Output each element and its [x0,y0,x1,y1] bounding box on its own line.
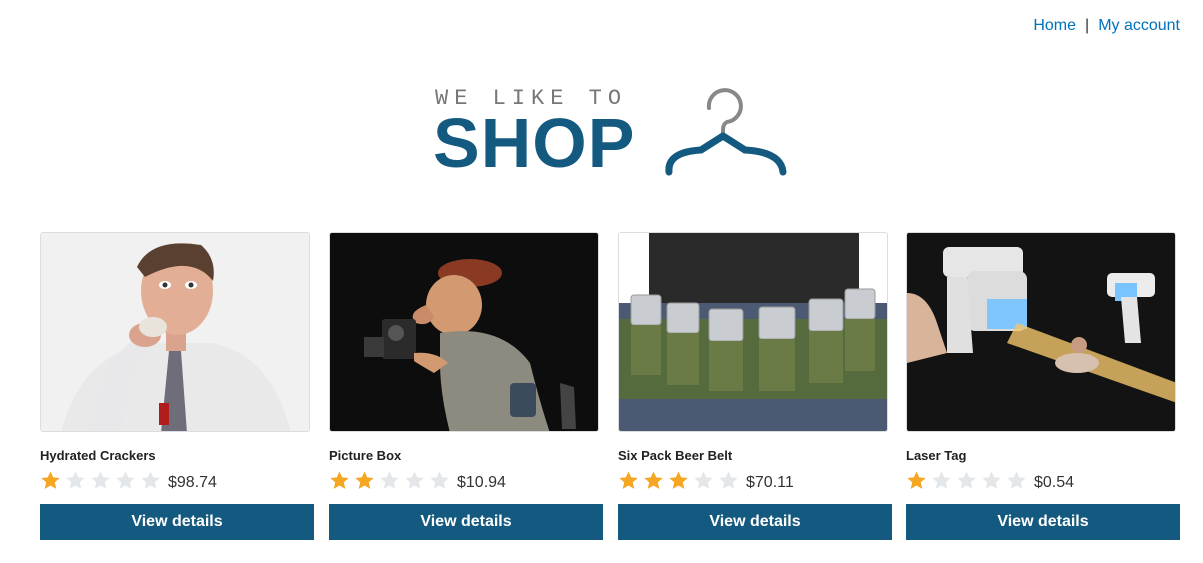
logo-word: SHOP [433,104,636,182]
product-name: Six Pack Beer Belt [618,448,733,463]
star-empty-icon [1007,470,1026,489]
product-price: $0.54 [1034,474,1075,491]
hanger-icon [665,88,787,176]
star-empty-icon [405,470,424,489]
star-empty-icon [932,470,951,489]
star-filled-icon [41,470,60,489]
product-card: Picture Box $10.94 View details [329,232,603,540]
product-image[interactable] [329,232,599,432]
rating-row: $10.94 [329,467,603,493]
star-empty-icon [141,470,160,489]
star-empty-icon [957,470,976,489]
view-details-button[interactable]: View details [618,504,892,540]
product-price: $98.74 [168,474,217,491]
view-details-button[interactable]: View details [329,504,603,540]
product-name: Picture Box [329,448,402,463]
product-card: Hydrated Crackers $98.74 View details [40,232,314,540]
rating-row: $98.74 [40,467,314,493]
star-filled-icon [330,470,349,489]
star-empty-icon [116,470,135,489]
view-details-button[interactable]: View details [906,504,1180,540]
product-name: Laser Tag [906,448,967,463]
star-empty-icon [66,470,85,489]
star-rating [906,470,1027,491]
product-image[interactable] [40,232,310,432]
site-logo[interactable]: WE LIKE TO SHOP [433,86,793,186]
product-price: $70.11 [746,474,794,491]
star-empty-icon [380,470,399,489]
my-account-link[interactable]: My account [1098,17,1180,34]
star-filled-icon [669,470,688,489]
star-empty-icon [91,470,110,489]
home-link[interactable]: Home [1033,17,1076,34]
star-filled-icon [355,470,374,489]
star-empty-icon [430,470,449,489]
star-empty-icon [694,470,713,489]
product-card: Laser Tag $0.54 View details [906,232,1180,540]
product-card: Six Pack Beer Belt $70.11 View details [618,232,892,540]
rating-row: $70.11 [618,467,892,493]
top-nav: Home | My account [1033,17,1180,35]
star-rating [40,470,161,491]
star-filled-icon [907,470,926,489]
view-details-button[interactable]: View details [40,504,314,540]
star-empty-icon [982,470,1001,489]
product-image[interactable] [906,232,1176,432]
star-empty-icon [719,470,738,489]
product-image[interactable] [618,232,888,432]
star-filled-icon [619,470,638,489]
rating-row: $0.54 [906,467,1180,493]
star-filled-icon [644,470,663,489]
product-name: Hydrated Crackers [40,448,156,463]
star-rating [329,470,450,491]
star-rating [618,470,739,491]
nav-separator: | [1085,17,1090,34]
product-price: $10.94 [457,474,506,491]
